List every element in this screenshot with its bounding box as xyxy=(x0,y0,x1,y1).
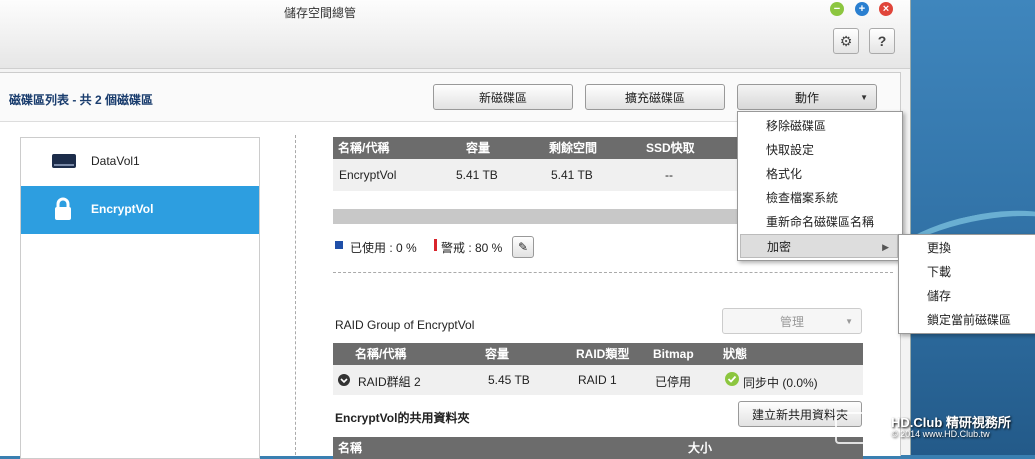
drive-icon xyxy=(52,154,76,168)
manage-button[interactable]: 管理 ▼ xyxy=(722,308,862,334)
warning-legend-swatch xyxy=(434,239,437,251)
sidebar-item-datavol1[interactable]: DataVol1 xyxy=(21,138,259,186)
raid-table-header: 名稱/代稱 容量 RAID類型 Bitmap 狀態 xyxy=(333,343,863,365)
divider xyxy=(295,135,296,455)
chevron-right-icon: ▶ xyxy=(882,242,889,252)
menu-item-format[interactable]: 格式化 xyxy=(738,162,900,186)
help-icon[interactable]: ? xyxy=(869,28,895,54)
title-bar: 儲存空間總管 − + × ⚙ ? xyxy=(0,0,910,69)
window-title: 儲存空間總管 xyxy=(283,6,356,20)
shared-section-title: EncryptVol的共用資料夾 xyxy=(335,411,470,425)
menu-item-remove-volume[interactable]: 移除磁碟區 xyxy=(738,114,900,138)
sidebar-item-label: EncryptVol xyxy=(91,202,154,216)
table-row[interactable]: RAID群組 2 5.45 TB RAID 1 已停用 同步中 (0.0%) xyxy=(333,365,863,395)
expand-icon[interactable] xyxy=(338,374,350,386)
menu-item-download[interactable]: 下載 xyxy=(899,260,1035,284)
action-button[interactable]: 動作 ▼ xyxy=(737,84,877,110)
used-legend-swatch xyxy=(335,241,343,249)
watermark-logo-icon xyxy=(835,412,889,444)
menu-item-cache-settings[interactable]: 快取設定 xyxy=(738,138,900,162)
used-label: 已使用 : 0 % xyxy=(350,241,417,255)
maximize-icon[interactable]: + xyxy=(855,2,869,16)
warning-label: 警戒 : 80 % xyxy=(441,241,503,255)
volume-table-header: 名稱/代稱 容量 剩餘空間 SSD快取 xyxy=(333,137,753,159)
chevron-down-icon: ▼ xyxy=(860,93,868,102)
sidebar-item-encryptvol[interactable]: EncryptVol xyxy=(21,186,259,234)
table-row[interactable]: EncryptVol 5.41 TB 5.41 TB -- xyxy=(333,159,753,191)
check-icon xyxy=(725,372,739,386)
expand-volume-button[interactable]: 擴充磁碟區 xyxy=(585,84,725,110)
menu-item-encryption[interactable]: 加密 ▶ xyxy=(740,234,898,258)
sidebar-item-label: DataVol1 xyxy=(91,154,140,168)
menu-item-change[interactable]: 更換 xyxy=(899,236,1035,260)
raid-section-title: RAID Group of EncryptVol xyxy=(335,318,475,332)
section-divider xyxy=(333,272,893,273)
minimize-icon[interactable]: − xyxy=(830,2,844,16)
edit-threshold-button[interactable]: ✎ xyxy=(512,236,534,258)
lock-icon xyxy=(55,197,71,220)
gear-icon[interactable]: ⚙ xyxy=(833,28,859,54)
menu-item-lock-volume[interactable]: 鎖定當前磁碟區 xyxy=(899,308,1035,332)
desktop-background xyxy=(862,0,1035,455)
shared-table-header: 名稱 大小 xyxy=(333,437,863,459)
menu-item-check-filesystem[interactable]: 檢查檔案系統 xyxy=(738,186,900,210)
pencil-icon: ✎ xyxy=(517,240,529,254)
menu-item-rename-volume[interactable]: 重新命名磁碟區名稱 xyxy=(738,210,900,234)
new-volume-button[interactable]: 新磁碟區 xyxy=(433,84,573,110)
action-menu: 移除磁碟區 快取設定 格式化 檢查檔案系統 重新命名磁碟區名稱 加密 ▶ xyxy=(737,111,903,261)
close-icon[interactable]: × xyxy=(879,2,893,16)
usage-bar xyxy=(333,209,753,224)
chevron-down-icon: ▼ xyxy=(845,317,853,326)
volume-list: DataVol1 EncryptVol xyxy=(20,137,260,459)
volume-count: 磁碟區列表 - 共 2 個磁碟區 xyxy=(9,93,154,107)
watermark-copyright: © 2014 www.HD.Club.tw xyxy=(891,429,990,439)
encryption-submenu: 更換 下載 儲存 鎖定當前磁碟區 xyxy=(898,234,1035,334)
menu-item-save[interactable]: 儲存 xyxy=(899,284,1035,308)
